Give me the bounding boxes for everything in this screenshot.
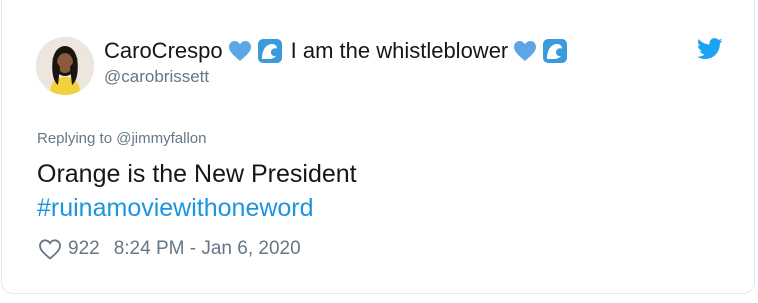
water-wave-icon bbox=[257, 38, 283, 64]
hashtag-link[interactable]: #ruinamoviewithoneword bbox=[37, 191, 357, 225]
timestamp[interactable]: 8:24 PM - Jan 6, 2020 bbox=[114, 238, 301, 260]
blue-heart-icon bbox=[227, 38, 253, 64]
like-count[interactable]: 922 bbox=[68, 238, 100, 260]
reply-context: Replying to @jimmyfallon bbox=[37, 130, 206, 147]
reply-prefix: Replying to bbox=[37, 130, 113, 147]
display-name[interactable]: CaroCrespo bbox=[104, 38, 223, 64]
tweet-author: CaroCrespo I am the whistleblower @carob… bbox=[104, 36, 568, 96]
blue-heart-icon bbox=[512, 38, 538, 64]
water-wave-icon bbox=[542, 38, 568, 64]
tweet-card: CaroCrespo I am the whistleblower @carob… bbox=[1, 0, 755, 294]
heart-icon[interactable] bbox=[38, 238, 62, 260]
avatar[interactable] bbox=[36, 37, 94, 95]
user-handle[interactable]: @carobrissett bbox=[104, 67, 568, 87]
reply-mention-link[interactable]: @jimmyfallon bbox=[116, 130, 206, 147]
tweet-body: Orange is the New President #ruinamoview… bbox=[37, 157, 357, 225]
name-row: CaroCrespo I am the whistleblower bbox=[104, 36, 568, 66]
display-name-suffix: I am the whistleblower bbox=[290, 38, 509, 63]
tweet-text: Orange is the New President bbox=[37, 160, 357, 188]
twitter-bird-icon[interactable] bbox=[697, 38, 723, 60]
tweet-meta: 922 8:24 PM - Jan 6, 2020 bbox=[38, 238, 301, 260]
